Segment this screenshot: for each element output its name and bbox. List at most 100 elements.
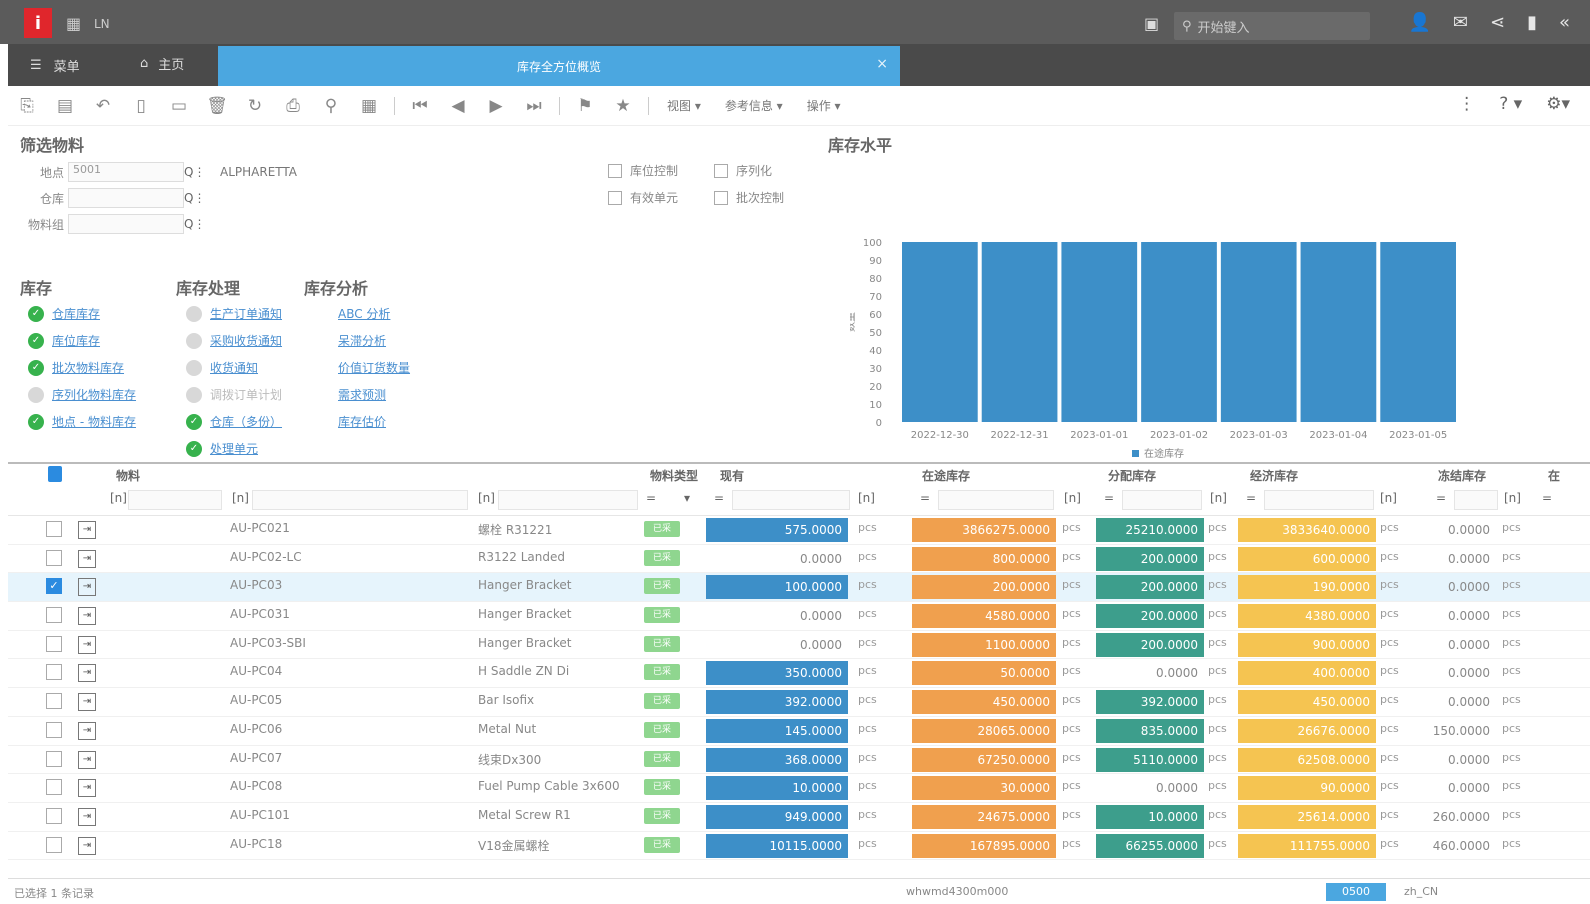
link-item[interactable]: 库位库存 (52, 332, 100, 349)
new-icon[interactable]: ⎘ (8, 96, 46, 116)
global-search-input[interactable]: ⚲ 开始键入 (1174, 12, 1370, 40)
filter-input[interactable] (1454, 490, 1498, 510)
table-row[interactable]: ⇥ AU-PC031 Hanger Bracket 已采 0.0000 pcs … (8, 602, 1590, 631)
row-checkbox[interactable] (46, 693, 62, 710)
help-menu[interactable]: ? ▾ (1499, 94, 1522, 114)
next-record-icon[interactable]: ▶ (477, 96, 515, 116)
link-item[interactable]: 生产订单通知 (210, 305, 282, 322)
table-row[interactable]: ⇥ AU-PC021 螺栓 R31221 已采 575.0000 pcs 386… (8, 516, 1590, 545)
open-record-icon[interactable]: ⇥ (78, 779, 96, 798)
row-checkbox[interactable] (46, 807, 62, 824)
row-checkbox[interactable] (46, 836, 62, 853)
table-row[interactable]: ⇥ AU-PC06 Metal Nut 已采 145.0000 pcs 2806… (8, 717, 1590, 746)
filter-op[interactable]: = (1436, 491, 1446, 505)
menu-button[interactable]: ☰ 菜单 (30, 56, 80, 75)
duplicate-icon[interactable]: ▭ (160, 96, 198, 116)
link-item[interactable]: 调拨订单计划 (210, 386, 282, 403)
col-extra[interactable]: 在 (1548, 467, 1560, 484)
references-menu[interactable]: 参考信息 ▾ (725, 97, 783, 114)
link-item[interactable]: 序列化物料库存 (52, 386, 136, 403)
col-on-hand[interactable]: 现有 (720, 467, 744, 484)
link-item[interactable]: 需求预测 (338, 386, 386, 403)
tab-inventory-overview[interactable]: 库存全方位概览 × (218, 46, 900, 86)
filter-input[interactable] (128, 490, 222, 510)
open-record-icon[interactable]: ⇥ (78, 578, 96, 597)
checkbox[interactable] (608, 190, 622, 205)
prev-record-icon[interactable]: ◀ (439, 96, 477, 116)
user-icon[interactable]: 👤 (1408, 12, 1430, 33)
table-row[interactable]: ⇥ AU-PC02-LC R3122 Landed 已采 0.0000 pcs … (8, 545, 1590, 574)
open-record-icon[interactable]: ⇥ (78, 693, 96, 712)
mail-icon[interactable]: ✉ (1453, 12, 1468, 33)
app-grid-icon[interactable]: ▦ (66, 14, 81, 33)
checkbox[interactable] (714, 163, 728, 178)
link-item[interactable]: 仓库库存 (52, 305, 100, 322)
copy-icon[interactable]: ▯ (122, 96, 160, 116)
lookup-icon[interactable]: Q⋮ (184, 191, 206, 205)
calendar-icon[interactable]: ▦ (350, 96, 388, 116)
filter-input[interactable] (1122, 490, 1202, 510)
open-record-icon[interactable]: ⇥ (78, 549, 96, 568)
row-checkbox[interactable] (46, 664, 62, 681)
row-checkbox[interactable]: ✓ (46, 578, 62, 595)
table-row[interactable]: ⇥ AU-PC08 Fuel Pump Cable 3x600 已采 10.00… (8, 774, 1590, 803)
filter-op[interactable]: = (1104, 491, 1114, 505)
filter-op[interactable]: = (920, 491, 930, 505)
open-record-icon[interactable]: ⇥ (78, 635, 96, 654)
first-record-icon[interactable]: ⏮ (401, 96, 439, 116)
filter-op[interactable]: = (646, 491, 656, 505)
row-checkbox[interactable] (46, 607, 62, 624)
col-blocked[interactable]: 冻结库存 (1438, 467, 1486, 484)
bookmark-icon[interactable]: ▮ (1527, 12, 1537, 33)
delete-icon[interactable]: 🗑 (198, 96, 236, 116)
col-item[interactable]: 物料 (116, 467, 140, 484)
open-record-icon[interactable]: ⇥ (78, 664, 96, 683)
actions-menu[interactable]: 操作 ▾ (807, 97, 841, 114)
link-item[interactable]: 库存估价 (338, 413, 386, 430)
col-allocated[interactable]: 分配库存 (1108, 467, 1156, 484)
open-record-icon[interactable]: ⇥ (78, 521, 96, 539)
link-item[interactable]: 仓库（多份） (210, 413, 282, 430)
link-item[interactable]: 收货通知 (210, 359, 258, 376)
company-badge[interactable]: 0500 (1326, 883, 1386, 901)
filter-input[interactable] (732, 490, 850, 510)
link-item[interactable]: 呆滞分析 (338, 332, 386, 349)
home-button[interactable]: ⌂ 主页 (140, 54, 184, 73)
row-checkbox[interactable] (46, 635, 62, 652)
settings-icon[interactable]: ⚙▾ (1546, 94, 1570, 114)
dropdown-icon[interactable]: ▾ (684, 491, 690, 505)
lookup-icon[interactable]: Q⋮ (184, 165, 206, 179)
filter-input[interactable] (1264, 490, 1374, 510)
lookup-icon[interactable]: Q⋮ (184, 217, 206, 231)
table-row[interactable]: ✓ ⇥ AU-PC03 Hanger Bracket 已采 100.0000 p… (8, 573, 1590, 603)
link-item[interactable]: 批次物料库存 (52, 359, 124, 376)
row-checkbox[interactable] (46, 721, 62, 738)
row-checkbox[interactable] (46, 750, 62, 767)
table-row[interactable]: ⇥ AU-PC101 Metal Screw R1 已采 949.0000 pc… (8, 803, 1590, 832)
checkbox[interactable] (608, 163, 622, 178)
bookmark-add-icon[interactable]: ⚑ (566, 96, 604, 116)
table-row[interactable]: ⇥ AU-PC05 Bar Isofix 已采 392.0000 pcs 450… (8, 688, 1590, 717)
checkbox[interactable] (714, 190, 728, 205)
row-checkbox[interactable] (46, 521, 62, 537)
filter-input[interactable] (938, 490, 1054, 510)
close-icon[interactable]: × (876, 56, 888, 72)
row-checkbox[interactable] (46, 549, 62, 566)
open-record-icon[interactable]: ⇥ (78, 721, 96, 740)
table-row[interactable]: ⇥ AU-PC04 H Saddle ZN Di 已采 350.0000 pcs… (8, 659, 1590, 689)
link-item[interactable]: ABC 分析 (338, 305, 390, 322)
share-icon[interactable]: ⋖ (1490, 12, 1505, 33)
table-row[interactable]: ⇥ AU-PC07 线束Dx300 已采 368.0000 pcs 67250.… (8, 746, 1590, 775)
filter-input[interactable] (498, 490, 638, 510)
item-group-input[interactable] (68, 214, 184, 234)
select-all-icon[interactable] (48, 466, 62, 482)
last-record-icon[interactable]: ⏭ (515, 96, 553, 116)
col-economic[interactable]: 经济库存 (1250, 467, 1298, 484)
filter-op[interactable]: = (1542, 491, 1552, 505)
find-icon[interactable]: ⚲ (312, 96, 350, 116)
undo-icon[interactable]: ↶ (84, 96, 122, 116)
site-input[interactable]: 5001 (68, 162, 184, 182)
chat-icon[interactable]: ▣ (1144, 14, 1159, 33)
more-icon[interactable]: ⋮ (1458, 94, 1475, 114)
view-menu[interactable]: 视图 ▾ (667, 97, 701, 114)
